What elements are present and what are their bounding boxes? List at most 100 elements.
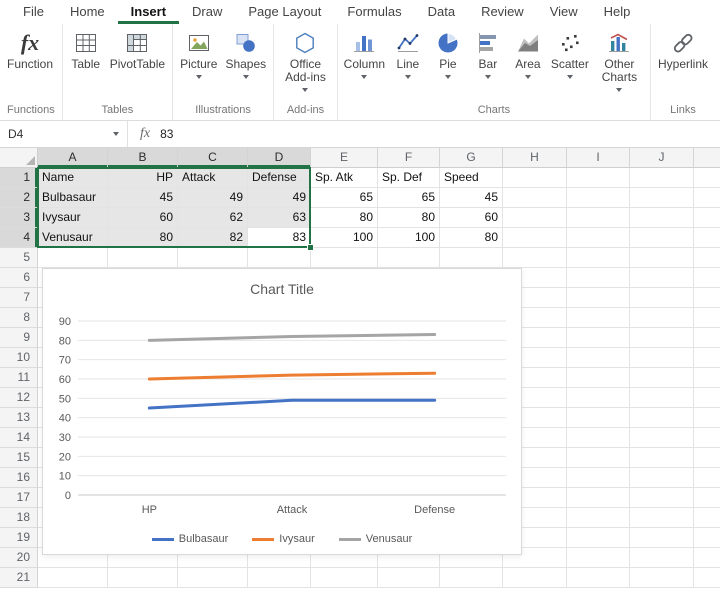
cell-G2[interactable]: 45 xyxy=(440,188,503,208)
cell-D4[interactable]: 83 xyxy=(248,228,311,248)
cell-I9[interactable] xyxy=(567,328,630,348)
cell-C4[interactable]: 82 xyxy=(178,228,248,248)
row-header-13[interactable]: 13 xyxy=(0,408,38,428)
cell-I2[interactable] xyxy=(567,188,630,208)
cell-J18[interactable] xyxy=(630,508,694,528)
series-line-ivysaur[interactable] xyxy=(149,373,434,379)
cell-D3[interactable]: 63 xyxy=(248,208,311,228)
column-header-G[interactable]: G xyxy=(440,148,503,168)
cell-J12[interactable] xyxy=(630,388,694,408)
cell-A21[interactable] xyxy=(38,568,108,588)
series-line-bulbasaur[interactable] xyxy=(149,400,434,408)
scatter-chart-button[interactable]: Scatter xyxy=(548,25,592,79)
row-header-9[interactable]: 9 xyxy=(0,328,38,348)
pie-chart-button[interactable]: Pie xyxy=(428,25,468,79)
cell-E1[interactable]: Sp. Atk xyxy=(311,168,378,188)
row-header-16[interactable]: 16 xyxy=(0,468,38,488)
cell-J20[interactable] xyxy=(630,548,694,568)
row-header-18[interactable]: 18 xyxy=(0,508,38,528)
cell-F21[interactable] xyxy=(378,568,440,588)
cell-E5[interactable] xyxy=(311,248,378,268)
legend-item-ivysaur[interactable]: Ivysaur xyxy=(252,533,314,545)
row-header-4[interactable]: 4 xyxy=(0,228,38,248)
cell-B5[interactable] xyxy=(108,248,178,268)
column-header-D[interactable]: D xyxy=(248,148,311,168)
cell-C1[interactable]: Attack xyxy=(178,168,248,188)
cell-I20[interactable] xyxy=(567,548,630,568)
row-header-5[interactable]: 5 xyxy=(0,248,38,268)
column-header-B[interactable]: B xyxy=(108,148,178,168)
tab-file[interactable]: File xyxy=(10,0,57,24)
formula-input[interactable]: 83 xyxy=(160,127,720,141)
cell-I17[interactable] xyxy=(567,488,630,508)
cell-I13[interactable] xyxy=(567,408,630,428)
tab-page-layout[interactable]: Page Layout xyxy=(235,0,334,24)
cell-D2[interactable]: 49 xyxy=(248,188,311,208)
cell-A1[interactable]: Name xyxy=(38,168,108,188)
tab-home[interactable]: Home xyxy=(57,0,118,24)
row-header-1[interactable]: 1 xyxy=(0,168,38,188)
cell-C21[interactable] xyxy=(178,568,248,588)
row-header-21[interactable]: 21 xyxy=(0,568,38,588)
cell-D1[interactable]: Defense xyxy=(248,168,311,188)
tab-review[interactable]: Review xyxy=(468,0,537,24)
tab-draw[interactable]: Draw xyxy=(179,0,235,24)
cell-I21[interactable] xyxy=(567,568,630,588)
cell-H3[interactable] xyxy=(503,208,567,228)
cell-H2[interactable] xyxy=(503,188,567,208)
cell-J16[interactable] xyxy=(630,468,694,488)
row-header-20[interactable]: 20 xyxy=(0,548,38,568)
cell-J21[interactable] xyxy=(630,568,694,588)
cell-D21[interactable] xyxy=(248,568,311,588)
cell-I19[interactable] xyxy=(567,528,630,548)
row-header-2[interactable]: 2 xyxy=(0,188,38,208)
cell-F4[interactable]: 100 xyxy=(378,228,440,248)
cell-B4[interactable]: 80 xyxy=(108,228,178,248)
area-chart-button[interactable]: Area xyxy=(508,25,548,79)
cell-J10[interactable] xyxy=(630,348,694,368)
cell-J7[interactable] xyxy=(630,288,694,308)
cell-F3[interactable]: 80 xyxy=(378,208,440,228)
cell-J1[interactable] xyxy=(630,168,694,188)
cell-B1[interactable]: HP xyxy=(108,168,178,188)
cell-A3[interactable]: Ivysaur xyxy=(38,208,108,228)
column-header-H[interactable]: H xyxy=(503,148,567,168)
column-header-F[interactable]: F xyxy=(378,148,440,168)
cell-E21[interactable] xyxy=(311,568,378,588)
cell-I3[interactable] xyxy=(567,208,630,228)
cell-J6[interactable] xyxy=(630,268,694,288)
cell-D5[interactable] xyxy=(248,248,311,268)
fill-handle[interactable] xyxy=(307,244,314,251)
tab-formulas[interactable]: Formulas xyxy=(334,0,414,24)
picture-button[interactable]: Picture xyxy=(176,25,221,79)
cell-J3[interactable] xyxy=(630,208,694,228)
cell-G21[interactable] xyxy=(440,568,503,588)
cell-I16[interactable] xyxy=(567,468,630,488)
cell-I10[interactable] xyxy=(567,348,630,368)
row-header-14[interactable]: 14 xyxy=(0,428,38,448)
cell-J19[interactable] xyxy=(630,528,694,548)
column-header-A[interactable]: A xyxy=(38,148,108,168)
cell-I12[interactable] xyxy=(567,388,630,408)
cell-G1[interactable]: Speed xyxy=(440,168,503,188)
row-header-6[interactable]: 6 xyxy=(0,268,38,288)
legend-item-venusaur[interactable]: Venusaur xyxy=(339,533,412,545)
cell-C5[interactable] xyxy=(178,248,248,268)
cell-B2[interactable]: 45 xyxy=(108,188,178,208)
other-charts-button[interactable]: Other Charts xyxy=(592,25,647,92)
cell-J5[interactable] xyxy=(630,248,694,268)
cell-B21[interactable] xyxy=(108,568,178,588)
row-header-17[interactable]: 17 xyxy=(0,488,38,508)
cell-H1[interactable] xyxy=(503,168,567,188)
cell-I6[interactable] xyxy=(567,268,630,288)
column-header-E[interactable]: E xyxy=(311,148,378,168)
cell-B3[interactable]: 60 xyxy=(108,208,178,228)
tab-insert[interactable]: Insert xyxy=(118,0,179,24)
row-header-19[interactable]: 19 xyxy=(0,528,38,548)
cell-I18[interactable] xyxy=(567,508,630,528)
row-header-15[interactable]: 15 xyxy=(0,448,38,468)
row-header-3[interactable]: 3 xyxy=(0,208,38,228)
cell-E3[interactable]: 80 xyxy=(311,208,378,228)
cell-I14[interactable] xyxy=(567,428,630,448)
row-header-8[interactable]: 8 xyxy=(0,308,38,328)
